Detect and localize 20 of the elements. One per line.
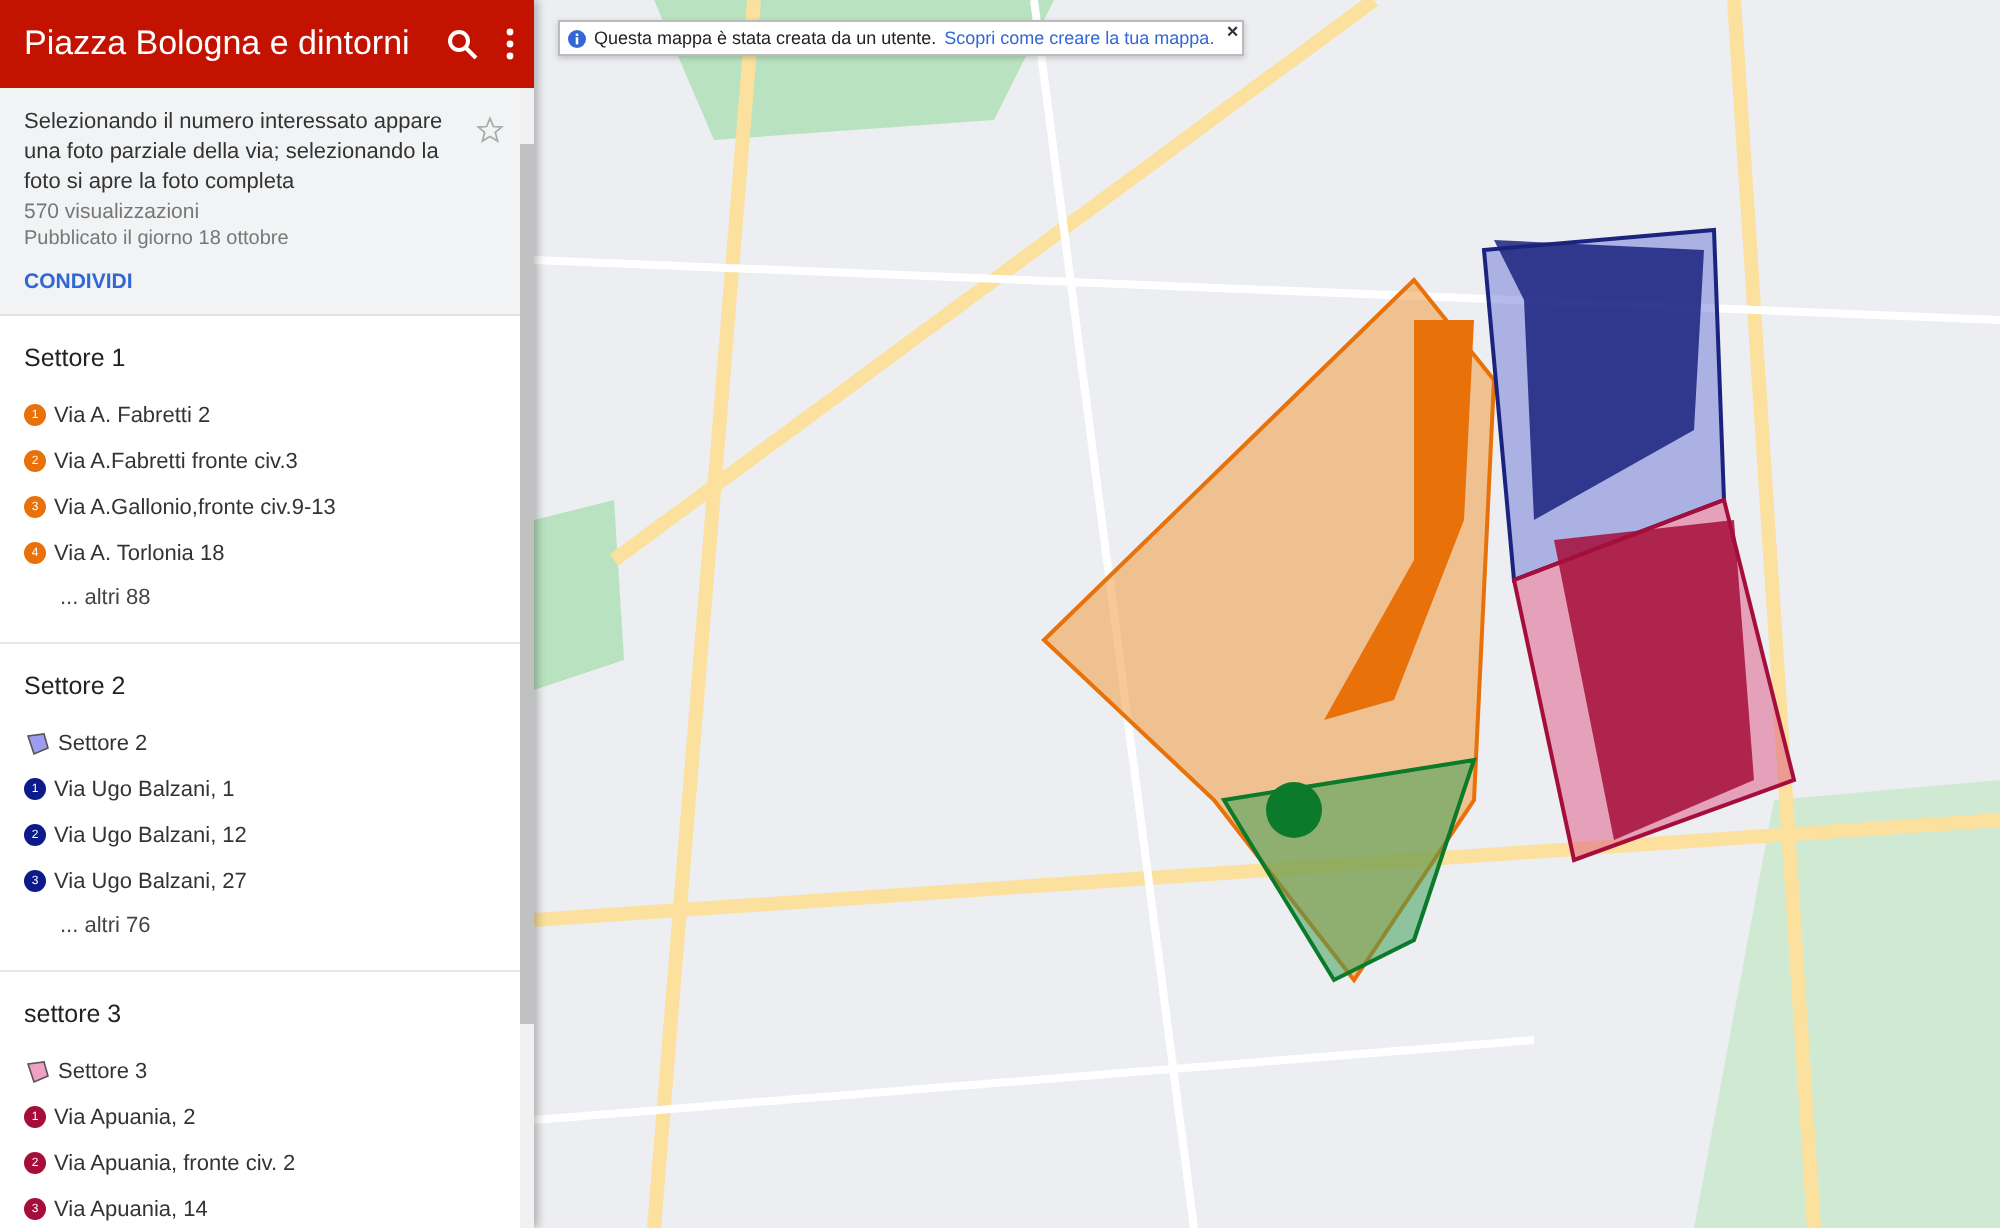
map-description: Selezionando il numero interessato appare una foto parziale della via; selezionando la foto si apre la foto completa [24, 108, 445, 198]
layer-title: Settore 2 [24, 672, 128, 700]
view-count: 570 visualizzazioni [24, 198, 202, 226]
scrollbar-thumb[interactable] [520, 144, 534, 1024]
more-items-link[interactable]: ... altri 76 [24, 904, 496, 950]
more-items-link[interactable]: ... altri 88 [24, 576, 496, 622]
star-icon[interactable] [476, 116, 504, 144]
info-icon [568, 29, 586, 47]
more-options-icon[interactable] [506, 28, 514, 60]
map-title: Piazza Bologna e dintorni [24, 24, 412, 64]
publish-date: Pubblicato il giorno 18 ottobre [24, 226, 291, 254]
create-map-link[interactable]: Scopri come creare la tua mappa. [944, 28, 1215, 48]
banner-text: Questa mappa è stata creata da un utente. [594, 28, 937, 48]
layer-item[interactable]: Settore 2 [24, 720, 496, 766]
share-button[interactable]: CONDIVIDI [24, 270, 133, 294]
layer-item[interactable]: Settore 3 [24, 1048, 496, 1094]
layer-title: settore 3 [24, 1000, 124, 1028]
search-icon[interactable] [446, 28, 478, 60]
layer-title: Settore 1 [24, 344, 128, 372]
close-button[interactable]: × [1226, 22, 1239, 44]
